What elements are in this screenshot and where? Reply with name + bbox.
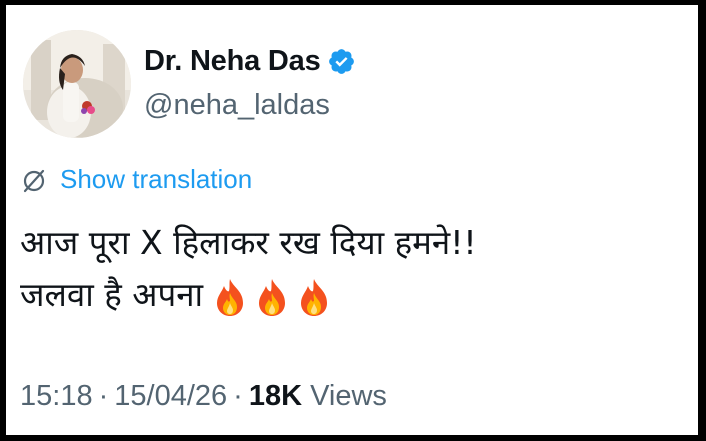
author-name-row: Dr. Neha Das [144, 41, 356, 81]
verified-badge-icon [327, 47, 356, 76]
views-spacer [302, 380, 310, 413]
fire-emoji [217, 278, 244, 316]
views-count[interactable]: 18K [249, 380, 302, 413]
tweet-line-1: आज पूरा X हिलाकर रख दिया हमने!! [20, 223, 477, 262]
author-handle[interactable]: @neha_laldas [144, 89, 330, 122]
tweet-card: Dr. Neha Das @neha_laldas Show translati… [6, 5, 698, 435]
show-translation-label: Show translation [60, 164, 253, 194]
tweet-text: आज पूरा X हिलाकर रख दिया हमने!! जलवा है अ… [20, 217, 680, 321]
tweet-line-2-row: जलवा है अपना [20, 269, 680, 321]
tweet-time[interactable]: 15:18 [20, 380, 93, 413]
profile-photo [23, 30, 131, 138]
tweet-meta: 15:18 · 15/04/26 · 18K Views [20, 380, 387, 413]
separator: · [233, 380, 243, 412]
tweet-date[interactable]: 15/04/26 [114, 380, 227, 413]
tweet-line-2: जलवा है अपना [20, 275, 204, 314]
show-translation-link[interactable]: Show translation [20, 164, 252, 195]
fire-emoji [259, 278, 286, 316]
fire-emoji-group [213, 277, 331, 317]
display-name[interactable]: Dr. Neha Das [144, 45, 321, 78]
views-label: Views [310, 380, 387, 412]
separator: · [98, 380, 109, 412]
globe-slash-icon [20, 166, 48, 194]
fire-emoji [301, 278, 328, 316]
avatar[interactable] [23, 30, 131, 138]
